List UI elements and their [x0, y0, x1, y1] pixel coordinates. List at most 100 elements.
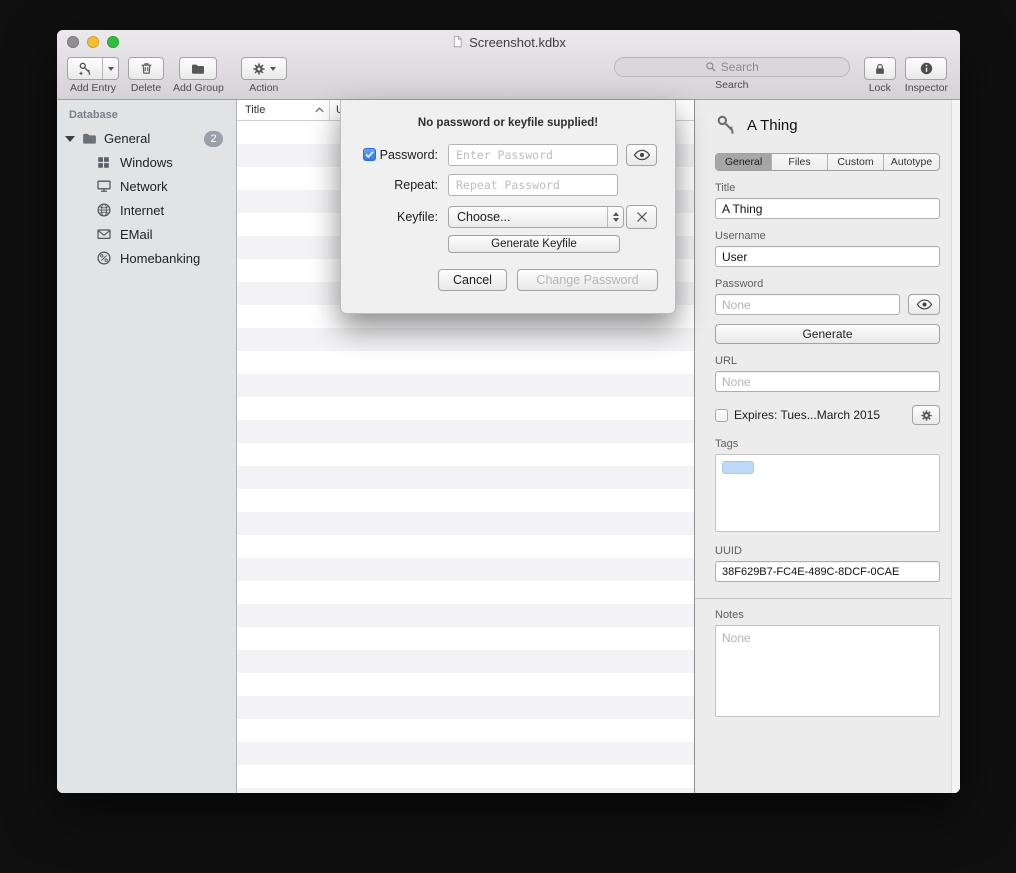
generate-password-button[interactable]: Generate [715, 324, 940, 344]
inspector-toolbar-item: Inspector [905, 57, 948, 94]
network-icon [95, 178, 112, 195]
gear-icon [252, 62, 266, 76]
delete-toolbar-item: Delete [128, 57, 164, 94]
keyfile-popup[interactable]: Choose... [448, 206, 624, 228]
add-entry-button[interactable] [67, 57, 119, 80]
tag-pill[interactable] [722, 461, 754, 474]
notes-field[interactable] [715, 625, 940, 717]
sidebar-group-general[interactable]: General 2 [57, 127, 236, 150]
reveal-password-button[interactable] [908, 294, 940, 315]
zoom-button[interactable] [107, 36, 119, 48]
group-label: General [104, 131, 204, 146]
eye-icon [916, 299, 933, 310]
keyfile-label: Keyfile: [341, 206, 438, 228]
delete-button[interactable] [128, 57, 164, 80]
username-field[interactable] [715, 246, 940, 267]
password-field[interactable] [715, 294, 900, 315]
add-group-toolbar-item: Add Group [173, 57, 224, 94]
percent-coin-icon [95, 250, 112, 267]
inspector-scrollbar[interactable] [951, 100, 960, 793]
sidebar-section-header: Database [57, 107, 236, 127]
add-entry-dropdown[interactable] [102, 58, 118, 79]
tags-label: Tags [715, 438, 940, 450]
toolbar: Add Entry Delete [57, 55, 960, 94]
add-group-button[interactable] [179, 57, 217, 80]
sidebar-item-network[interactable]: Network [57, 174, 236, 198]
action-button[interactable] [241, 57, 287, 80]
tab-autotype[interactable]: Autotype [883, 154, 939, 170]
inspector-label: Inspector [905, 82, 948, 94]
expires-row: Expires: Tues...March 2015 [715, 405, 940, 425]
desktop: Screenshot.kdbx Add Entry [0, 0, 1016, 873]
dialog-reveal-password-button[interactable] [626, 144, 657, 166]
disclosure-triangle-icon[interactable] [65, 136, 75, 142]
tags-box[interactable] [715, 454, 940, 532]
action-toolbar-item: Action [241, 57, 287, 94]
expires-settings-button[interactable] [912, 405, 940, 425]
search-input[interactable]: Search [614, 57, 850, 77]
add-entry-label: Add Entry [70, 82, 116, 94]
key-plus-icon[interactable] [68, 58, 102, 79]
column-header-title[interactable]: Title [237, 104, 329, 116]
minimize-button[interactable] [87, 36, 99, 48]
add-group-label: Add Group [173, 82, 224, 94]
dialog-repeat-input[interactable] [448, 174, 618, 196]
title-field-label: Title [715, 182, 940, 194]
eye-icon [633, 149, 651, 161]
inspector-header: A Thing [715, 114, 940, 136]
trash-icon [139, 61, 154, 76]
sidebar-item-label: Internet [120, 203, 164, 218]
url-field[interactable] [715, 371, 940, 392]
lock-button[interactable] [864, 57, 896, 80]
cancel-button[interactable]: Cancel [438, 269, 507, 291]
keyfile-popup-value: Choose... [449, 210, 607, 224]
action-label: Action [249, 82, 278, 94]
clear-keyfile-button[interactable] [626, 205, 657, 229]
dialog-password-input[interactable] [448, 144, 618, 166]
group-count-badge: 2 [204, 131, 223, 147]
sidebar: Database General 2 Windows [57, 100, 237, 793]
search-label: Search [715, 79, 748, 91]
sidebar-item-label: Windows [120, 155, 173, 170]
window-title: Screenshot.kdbx [469, 35, 566, 50]
change-password-dialog: No password or keyfile supplied! Passwor… [340, 100, 676, 314]
lock-label: Lock [869, 82, 891, 94]
tab-custom[interactable]: Custom [827, 154, 883, 170]
mail-icon [95, 226, 112, 243]
title-field[interactable] [715, 198, 940, 219]
sidebar-item-label: Network [120, 179, 168, 194]
tab-files[interactable]: Files [771, 154, 827, 170]
folder-icon [81, 130, 98, 147]
close-button[interactable] [67, 36, 79, 48]
sidebar-item-homebanking[interactable]: Homebanking [57, 246, 236, 270]
sidebar-item-internet[interactable]: Internet [57, 198, 236, 222]
password-label: Password: [341, 144, 438, 166]
gear-icon [920, 409, 933, 422]
inspector-button[interactable] [905, 57, 947, 80]
search-placeholder: Search [721, 60, 759, 74]
entry-key-icon [715, 114, 737, 136]
sort-ascending-icon [315, 107, 324, 113]
sidebar-item-email[interactable]: EMail [57, 222, 236, 246]
sidebar-item-windows[interactable]: Windows [57, 150, 236, 174]
uuid-field[interactable] [715, 561, 940, 582]
expires-checkbox[interactable] [715, 409, 728, 422]
lock-icon [873, 62, 887, 76]
window-chrome: Screenshot.kdbx Add Entry [57, 30, 960, 100]
change-password-button[interactable]: Change Password [517, 269, 658, 291]
expires-label: Expires: Tues...March 2015 [734, 408, 912, 422]
uuid-label: UUID [715, 545, 940, 557]
document-icon [451, 35, 464, 51]
close-x-icon [636, 211, 648, 223]
username-field-label: Username [715, 230, 940, 242]
generate-keyfile-button[interactable]: Generate Keyfile [448, 235, 620, 253]
lock-toolbar-item: Lock [864, 57, 896, 94]
windows-icon [95, 154, 112, 171]
titlebar[interactable]: Screenshot.kdbx [57, 30, 960, 55]
globe-icon [95, 202, 112, 219]
url-field-label: URL [715, 355, 940, 367]
notes-label: Notes [715, 609, 940, 621]
search-toolbar-item: Search Search [614, 57, 850, 91]
traffic-lights [67, 36, 119, 48]
tab-general[interactable]: General [716, 154, 771, 170]
